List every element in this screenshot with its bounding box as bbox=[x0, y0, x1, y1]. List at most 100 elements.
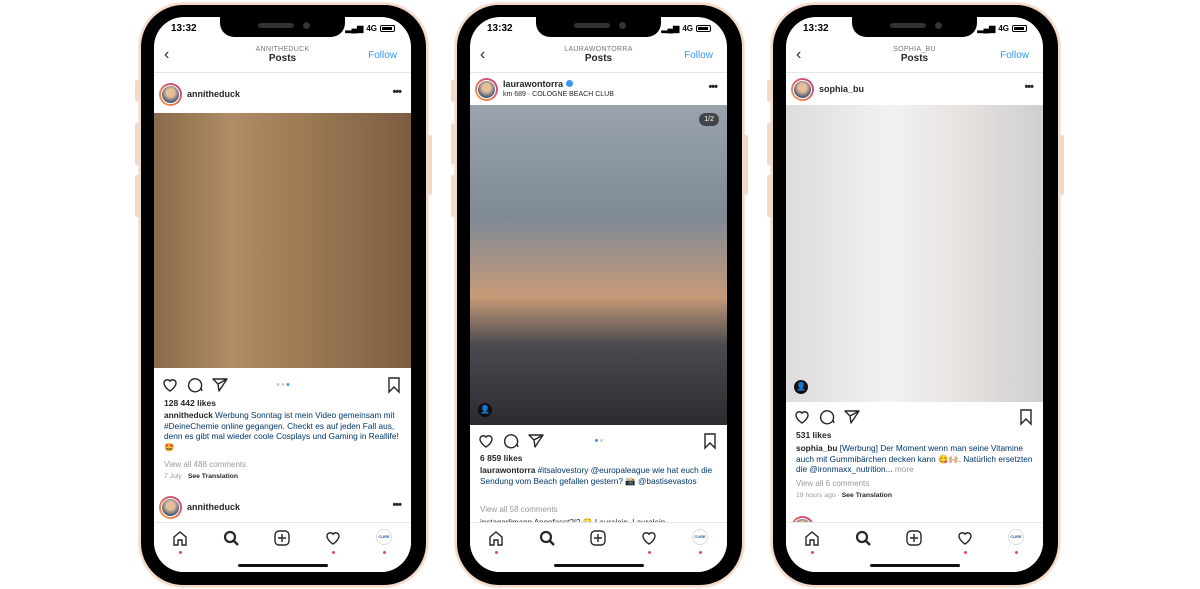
tab-search[interactable] bbox=[853, 529, 873, 555]
caption-user[interactable]: sophia_bu bbox=[796, 443, 838, 453]
caption: sophia_bu [Werbung] Der Moment wenn man … bbox=[796, 443, 1035, 475]
follow-button[interactable]: Follow bbox=[684, 50, 713, 61]
see-translation-link[interactable]: See Translation bbox=[842, 492, 892, 499]
activity-heart-icon bbox=[958, 532, 972, 545]
tab-profile[interactable]: CURE bbox=[1006, 529, 1026, 555]
caption-user[interactable]: annitheduck bbox=[164, 410, 213, 420]
caption-tag[interactable]: @bastisevastos bbox=[638, 476, 697, 486]
tagged-user-icon[interactable]: 👤 bbox=[794, 380, 808, 394]
tab-activity[interactable] bbox=[639, 529, 659, 555]
view-comments-link[interactable]: View all 58 comments bbox=[480, 505, 558, 514]
post-username[interactable]: laurawontorra bbox=[503, 79, 574, 89]
carousel-dots bbox=[594, 439, 603, 442]
likes-count[interactable]: 128 442 likes bbox=[164, 398, 216, 408]
tab-new-post[interactable] bbox=[904, 529, 924, 555]
likes-count[interactable]: 531 likes bbox=[796, 430, 831, 440]
view-comments-link[interactable]: View all 6 comments bbox=[796, 479, 869, 488]
date-text: 7 July bbox=[164, 473, 182, 480]
home-icon bbox=[489, 531, 503, 546]
new-post-icon bbox=[274, 530, 290, 546]
avatar[interactable] bbox=[159, 496, 182, 519]
tab-search[interactable] bbox=[537, 529, 557, 555]
notification-dot bbox=[383, 551, 386, 554]
share-send-icon[interactable] bbox=[527, 432, 545, 450]
notification-dot bbox=[495, 551, 498, 554]
back-chevron-icon[interactable]: ‹ bbox=[164, 46, 169, 64]
view-comments-link[interactable]: View all 488 comments bbox=[164, 460, 246, 469]
volume-up-button bbox=[767, 123, 771, 165]
like-heart-icon[interactable] bbox=[477, 432, 495, 450]
status-indicators: ▂▄▆ 4G bbox=[977, 24, 1027, 33]
bookmark-icon[interactable] bbox=[1017, 408, 1035, 426]
avatar[interactable] bbox=[475, 78, 498, 101]
caption: laurawontorra #itsalovestory @europaleag… bbox=[480, 465, 719, 486]
tab-new-post[interactable] bbox=[588, 529, 608, 555]
more-options-icon[interactable]: ••• bbox=[708, 81, 718, 93]
volume-up-button bbox=[451, 123, 455, 165]
tab-profile[interactable]: CURE bbox=[374, 529, 394, 555]
post-image[interactable]: 1/2 👤 bbox=[470, 105, 727, 425]
next-post-header: annitheduck ••• bbox=[154, 495, 411, 521]
volume-down-button bbox=[135, 175, 139, 217]
username-text: sophia_bu bbox=[819, 84, 865, 94]
tab-home[interactable] bbox=[486, 529, 506, 555]
avatar[interactable] bbox=[791, 78, 814, 101]
bottom-tab-bar: CURE bbox=[786, 522, 1043, 572]
caption-tag[interactable]: #DeineChemie bbox=[164, 421, 219, 431]
likes-count[interactable]: 6 859 likes bbox=[480, 453, 523, 463]
more-options-icon[interactable]: ••• bbox=[392, 499, 402, 511]
follow-button[interactable]: Follow bbox=[1000, 50, 1029, 61]
post-username[interactable]: annitheduck bbox=[187, 89, 240, 99]
comment-icon[interactable] bbox=[186, 376, 204, 394]
tagged-user-icon[interactable]: 👤 bbox=[478, 403, 492, 417]
home-icon bbox=[173, 531, 187, 546]
back-chevron-icon[interactable]: ‹ bbox=[796, 46, 801, 64]
tab-home[interactable] bbox=[802, 529, 822, 555]
username-text: annitheduck bbox=[187, 89, 241, 99]
like-heart-icon[interactable] bbox=[793, 408, 811, 426]
caption-tag[interactable]: #itsalovestory bbox=[538, 465, 589, 475]
caption-tag[interactable]: @europaleague bbox=[591, 465, 650, 475]
phone-sophia_bu: 13:32 ▂▄▆ 4G ‹ SOPHIA_BU Posts Follow sop… bbox=[767, 3, 1064, 587]
post-location[interactable]: km 689 · COLOGNE BEACH CLUB bbox=[503, 91, 614, 98]
like-heart-icon[interactable] bbox=[161, 376, 179, 394]
follow-button[interactable]: Follow bbox=[368, 50, 397, 61]
comment-icon[interactable] bbox=[818, 408, 836, 426]
username-text: laurawontorra bbox=[503, 79, 564, 89]
mute-switch bbox=[451, 80, 455, 102]
post-actions bbox=[786, 408, 1043, 426]
comment-icon[interactable] bbox=[502, 432, 520, 450]
notification-dot bbox=[811, 551, 814, 554]
tab-profile[interactable]: CURE bbox=[690, 529, 710, 555]
post-image[interactable]: 👤 bbox=[786, 105, 1043, 402]
tab-search[interactable] bbox=[221, 529, 241, 555]
post-username[interactable]: sophia_bu bbox=[819, 84, 864, 94]
bookmark-icon[interactable] bbox=[701, 432, 719, 450]
avatar[interactable] bbox=[159, 83, 182, 106]
see-translation-link[interactable]: See Translation bbox=[188, 473, 238, 480]
bookmark-icon[interactable] bbox=[385, 376, 403, 394]
caption-tag[interactable]: @ironmaxx_nutrition bbox=[809, 464, 885, 474]
post-date: 7 July · See Translation bbox=[164, 473, 239, 480]
tab-home[interactable] bbox=[170, 529, 190, 555]
more-options-icon[interactable]: ••• bbox=[1024, 81, 1034, 93]
mute-switch bbox=[135, 80, 139, 102]
caption: annitheduck Werbung Sonntag ist mein Vid… bbox=[164, 410, 403, 452]
next-post-username[interactable]: annitheduck bbox=[187, 502, 240, 512]
share-send-icon[interactable] bbox=[211, 376, 229, 394]
new-post-icon bbox=[906, 530, 922, 546]
caption-text: Werbung Sonntag ist mein Video gemeinsam… bbox=[212, 410, 395, 420]
share-send-icon[interactable] bbox=[843, 408, 861, 426]
tab-new-post[interactable] bbox=[272, 529, 292, 555]
battery-icon bbox=[1012, 25, 1027, 32]
tab-activity[interactable] bbox=[955, 529, 975, 555]
date-text: 19 hours ago bbox=[796, 492, 836, 499]
tab-activity[interactable] bbox=[323, 529, 343, 555]
verified-badge-icon bbox=[566, 80, 574, 87]
caption-user[interactable]: laurawontorra bbox=[480, 465, 535, 475]
home-indicator bbox=[237, 564, 328, 567]
post-image[interactable] bbox=[154, 113, 411, 368]
back-chevron-icon[interactable]: ‹ bbox=[480, 46, 485, 64]
more-options-icon[interactable]: ••• bbox=[392, 86, 402, 98]
caption-more[interactable]: more bbox=[893, 464, 914, 474]
